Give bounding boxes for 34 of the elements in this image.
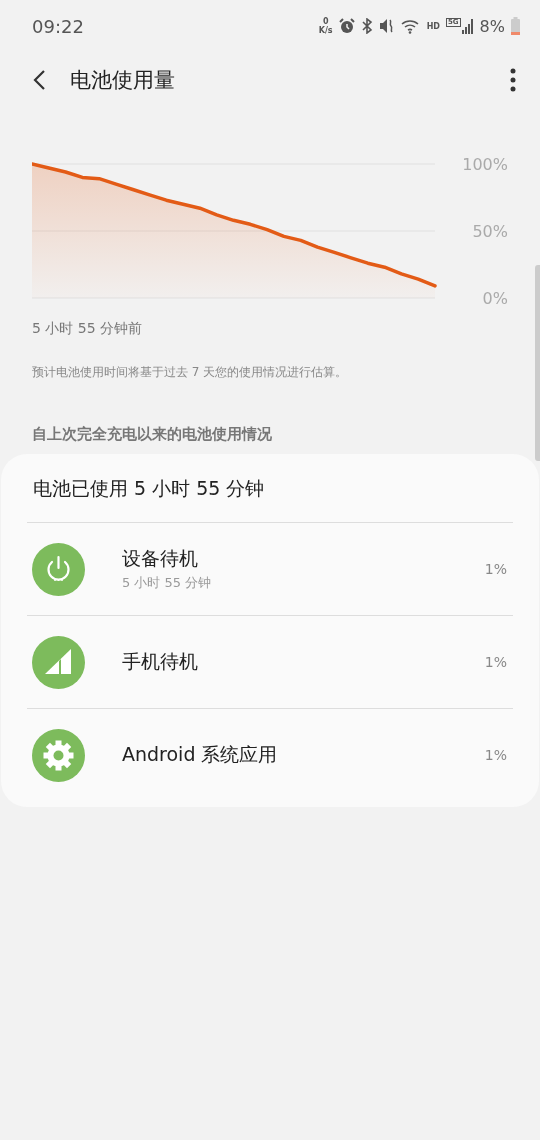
item-percent: 1% [484, 654, 507, 670]
chart-start-label: 5 小时 55 分钟前 [31, 320, 144, 338]
battery-icon [511, 17, 520, 35]
speed-unit: K/s [318, 26, 333, 35]
wifi-icon [400, 18, 421, 34]
usage-item[interactable]: 手机待机 1% [27, 615, 513, 708]
back-icon [32, 69, 46, 91]
more-options-icon [510, 68, 516, 92]
section-header: 自上次完全充电以来的电池使用情况 [31, 424, 273, 444]
item-name: 手机待机 [122, 649, 198, 674]
page-title: 电池使用量 [70, 67, 175, 94]
usage-item[interactable]: Android 系统应用 1% [27, 708, 513, 801]
axis-label: 50% [472, 222, 508, 241]
item-percent: 1% [484, 747, 507, 763]
mute-icon [378, 18, 395, 34]
item-name: 设备待机 [122, 546, 199, 571]
gear-icon [32, 728, 85, 782]
status-time: 09:22 [32, 15, 84, 37]
usage-item[interactable]: 设备待机 5 小时 55 分钟 1% [27, 522, 513, 615]
item-detail: 5 小时 55 分钟 [122, 574, 212, 592]
signal-icon [461, 18, 474, 34]
speed-value: 0 [322, 17, 329, 26]
card-title: 电池已使用 5 小时 55 分钟 [32, 476, 266, 501]
signal-icon [32, 635, 85, 689]
alarm-icon [338, 18, 355, 34]
item-percent: 1% [484, 561, 507, 577]
power-icon [32, 542, 85, 596]
axis-label: 0% [482, 289, 508, 306]
estimate-note: 预计电池使用时间将基于过去 7 天您的使用情况进行估算。 [31, 364, 349, 381]
battery-percent: 8% [479, 16, 505, 36]
axis-label: 100% [462, 155, 508, 174]
bluetooth-icon [360, 18, 373, 34]
hd-label: HD [426, 21, 440, 31]
item-name: Android 系统应用 [122, 742, 278, 767]
